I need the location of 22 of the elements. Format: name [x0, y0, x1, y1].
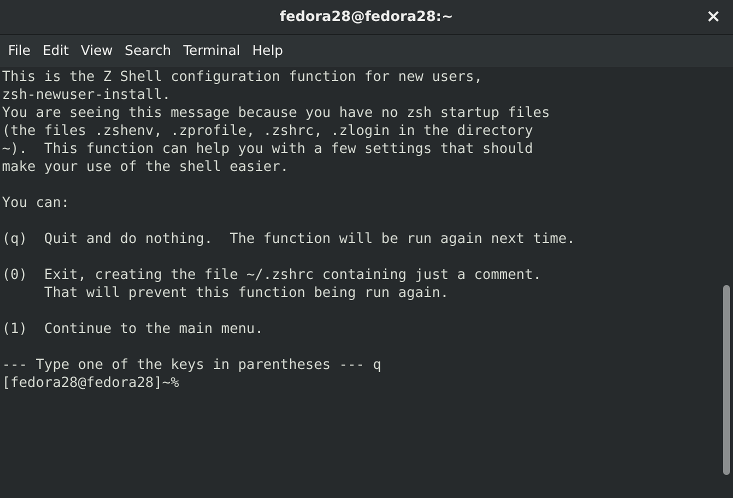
terminal-line: You are seeing this message because you have no zsh startup files — [2, 104, 551, 122]
menu-item[interactable]: Edit — [38, 43, 74, 59]
menu-item[interactable]: View — [76, 43, 118, 59]
terminal-line: --- Type one of the keys in parentheses --- q — [2, 356, 382, 374]
terminal-line: [fedora28@fedora28]~% — [2, 374, 180, 392]
terminal-line: That will prevent this function being run again. — [43, 284, 450, 302]
menu-item[interactable]: Terminal — [178, 43, 246, 59]
menu-item[interactable]: Search — [120, 43, 176, 59]
terminal-line: This is the Z Shell configuration function for new users, — [2, 68, 484, 86]
terminal-line: (the files .zshenv, .zprofile, .zshrc, .zlogin in the directory — [2, 122, 534, 140]
terminal-line: (1) Continue to the main menu. — [2, 320, 264, 338]
terminal-line: (0) Exit, creating the file ~/.zshrc containing just a comment. — [2, 266, 542, 284]
terminal-line: You can: — [2, 194, 70, 212]
terminal-line: (q) Quit and do nothing. The function will be run again next time. — [2, 230, 576, 248]
scrollbar-thumb[interactable] — [723, 285, 730, 475]
close-button[interactable]: × — [702, 7, 725, 27]
terminal-line: zsh-newuser-install. — [2, 86, 172, 104]
terminal-line: ~). This function can help you with a few settings that should — [2, 140, 534, 158]
menu-item[interactable]: Help — [247, 43, 288, 59]
terminal-line: make your use of the shell easier. — [2, 158, 290, 176]
window-title: fedora28@fedora28:~ — [280, 9, 454, 25]
menu-item[interactable]: File — [3, 43, 36, 59]
